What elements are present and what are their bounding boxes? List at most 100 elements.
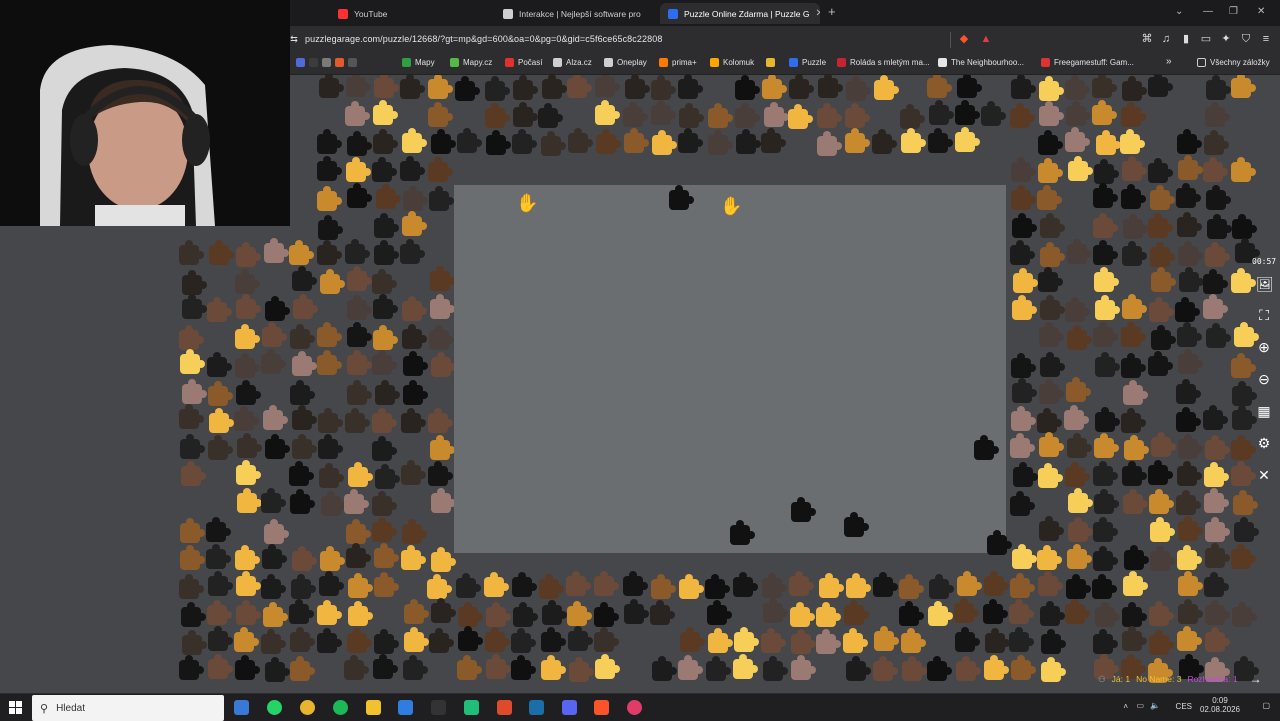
puzzle-piece[interactable] (289, 240, 315, 266)
puzzle-piece[interactable] (1093, 321, 1118, 347)
puzzle-piece[interactable] (1093, 182, 1119, 208)
puzzle-piece[interactable] (816, 102, 842, 128)
puzzle-piece[interactable] (1120, 352, 1146, 378)
puzzle-piece[interactable] (594, 627, 620, 653)
puzzle-piece[interactable] (178, 239, 204, 265)
puzzle-piece[interactable] (373, 128, 398, 154)
puzzle-piece[interactable] (1231, 268, 1257, 294)
puzzle-piece[interactable] (181, 378, 207, 404)
puzzle-piece[interactable] (483, 572, 509, 598)
puzzle-piece[interactable] (1231, 461, 1256, 487)
puzzle-piece[interactable] (345, 518, 371, 544)
puzzle-piece[interactable] (708, 103, 734, 129)
puzzle-piece[interactable] (290, 656, 316, 682)
puzzle-piece[interactable] (319, 462, 344, 488)
puzzle-piece[interactable] (1206, 185, 1232, 211)
puzzle-piece[interactable] (264, 296, 290, 322)
epic-games-icon[interactable] (431, 700, 446, 715)
placed-puzzle-piece[interactable] (844, 512, 869, 537)
puzzle-piece[interactable] (346, 75, 372, 98)
puzzle-piece[interactable] (1175, 490, 1201, 516)
exit-button[interactable]: → (1250, 672, 1262, 686)
puzzle-piece[interactable] (371, 516, 397, 542)
puzzle-piece[interactable] (430, 598, 456, 624)
puzzle-piece[interactable] (512, 571, 538, 597)
puzzle-piece[interactable] (234, 268, 260, 294)
bookmarks-overflow-button[interactable]: » (1166, 56, 1172, 67)
puzzle-piece[interactable] (208, 407, 234, 433)
puzzle-piece[interactable] (1066, 238, 1092, 264)
puzzle-piece[interactable] (1093, 267, 1119, 292)
puzzle-piece[interactable] (1231, 352, 1257, 378)
puzzle-piece[interactable] (206, 544, 231, 570)
puzzle-piece[interactable] (512, 602, 538, 628)
puzzle-piece[interactable] (374, 212, 400, 238)
leo-ai-icon[interactable]: ✦ (1220, 33, 1232, 45)
puzzle-piece[interactable] (567, 626, 593, 652)
bookmark-kolomuk[interactable]: Kolomuk (710, 58, 754, 67)
puzzle-piece[interactable] (1037, 184, 1063, 210)
puzzle-piece[interactable] (456, 127, 482, 153)
puzzle-piece[interactable] (261, 543, 287, 569)
puzzle-piece[interactable] (1230, 435, 1256, 461)
placed-puzzle-piece[interactable] (987, 530, 1012, 555)
puzzle-piece[interactable] (763, 598, 789, 624)
puzzle-piece[interactable] (484, 75, 510, 101)
puzzle-piece[interactable] (1092, 629, 1118, 654)
puzzle-piece[interactable] (209, 240, 234, 266)
puzzle-piece[interactable] (1065, 598, 1091, 624)
puzzle-piece[interactable] (680, 626, 706, 652)
puzzle-piece[interactable] (292, 545, 318, 571)
puzzle-piece[interactable] (486, 653, 511, 679)
puzzle-piece[interactable] (207, 570, 233, 596)
puzzle-piece[interactable] (734, 75, 760, 100)
bookmark-mapy-cz[interactable]: Mapy.cz (450, 58, 492, 67)
puzzle-piece[interactable] (1010, 157, 1036, 183)
puzzle-piece[interactable] (402, 654, 428, 680)
puzzle-piece[interactable] (427, 101, 453, 127)
puzzle-piece[interactable] (374, 543, 400, 569)
puzzle-piece[interactable] (317, 239, 343, 265)
puzzle-piece[interactable] (928, 100, 954, 126)
bookmark-pocasi[interactable]: Počasí (505, 58, 542, 67)
puzzle-piece[interactable] (953, 598, 979, 624)
puzzle-piece[interactable] (1149, 297, 1175, 323)
puzzle-piece[interactable] (344, 238, 370, 264)
puzzle-piece[interactable] (511, 128, 537, 154)
puzzle-piece[interactable] (566, 570, 592, 596)
puzzle-piece[interactable] (1177, 322, 1203, 348)
task-view-icon[interactable] (234, 700, 249, 715)
puzzle-piece[interactable] (1204, 600, 1230, 626)
puzzle-piece[interactable] (180, 602, 206, 627)
puzzle-piece[interactable] (1040, 294, 1066, 320)
puzzle-piece[interactable] (1176, 212, 1202, 238)
puzzle-piece[interactable] (927, 75, 953, 98)
puzzle-piece[interactable] (1039, 432, 1065, 458)
puzzle-piece[interactable] (1231, 213, 1257, 239)
puzzle-piece[interactable] (1095, 295, 1121, 321)
puzzle-piece[interactable] (1204, 462, 1230, 488)
puzzle-piece[interactable] (955, 127, 981, 153)
brave-shield-icon[interactable]: ◆ (958, 33, 970, 45)
puzzle-piece[interactable] (790, 629, 816, 655)
puzzle-piece[interactable] (1178, 266, 1204, 292)
puzzle-piece[interactable] (1040, 628, 1066, 654)
puzzle-piece[interactable] (1203, 269, 1229, 295)
puzzle-piece[interactable] (347, 379, 373, 405)
puzzle-piece[interactable] (1011, 75, 1037, 99)
puzzle-piece[interactable] (732, 572, 758, 598)
puzzle-piece[interactable] (372, 435, 398, 461)
puzzle-piece[interactable] (317, 322, 343, 348)
puzzle-piece[interactable] (595, 128, 621, 154)
puzzle-piece[interactable] (954, 99, 980, 125)
puzzle-piece[interactable] (1204, 434, 1230, 460)
puzzle-piece[interactable] (763, 655, 789, 681)
puzzle-piece[interactable] (624, 599, 650, 625)
puzzle-piece[interactable] (1095, 130, 1121, 156)
puzzle-piece[interactable] (1093, 240, 1119, 266)
puzzle-piece[interactable] (734, 626, 760, 652)
puzzle-piece[interactable] (929, 573, 955, 599)
puzzle-piece[interactable] (264, 518, 290, 544)
file-explorer-icon[interactable] (366, 700, 381, 715)
puzzle-piece[interactable] (234, 323, 260, 349)
